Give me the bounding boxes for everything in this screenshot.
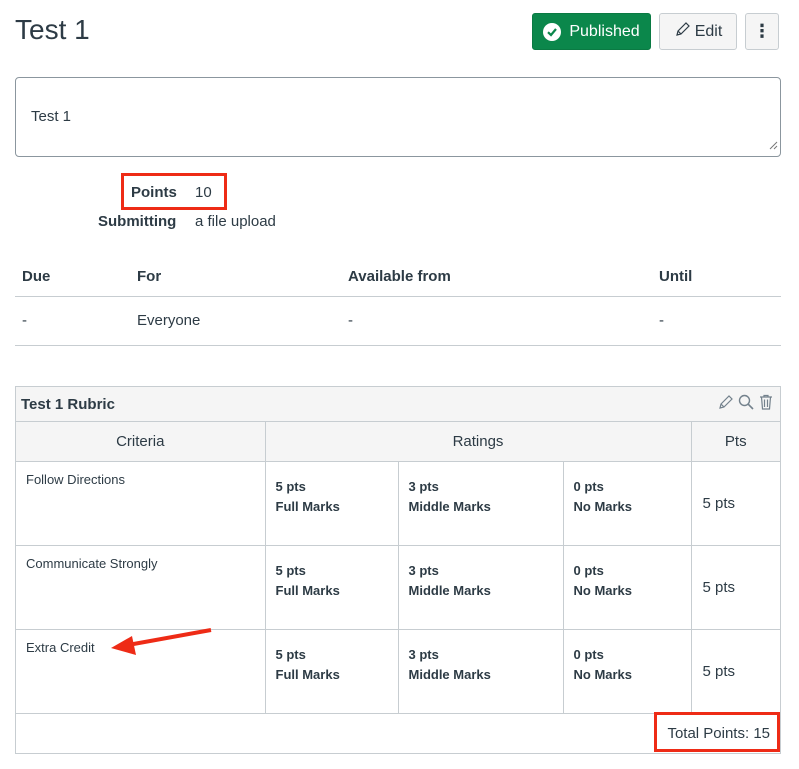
published-button[interactable]: Published xyxy=(532,13,651,50)
kebab-menu-icon: ⋮ xyxy=(753,21,771,41)
rubric-header: Test 1 Rubric xyxy=(16,387,780,422)
rating-cell: 0 pts No Marks xyxy=(573,562,633,598)
rating-cell: 3 pts Middle Marks xyxy=(399,461,564,545)
description-text: Test 1 xyxy=(31,108,72,125)
rubric-title: Test 1 Rubric xyxy=(21,395,115,413)
pts-header: Pts xyxy=(691,422,780,462)
for-value: Everyone xyxy=(130,296,341,346)
edit-button[interactable]: Edit xyxy=(659,13,737,50)
criterion-name: Communicate Strongly xyxy=(26,555,158,571)
criterion-points: 5 pts xyxy=(691,461,780,546)
published-label: Published xyxy=(569,22,640,40)
criterion-name: Extra Credit xyxy=(26,639,95,655)
total-points-highlight-box xyxy=(654,712,780,752)
dates-table: Due For Available from Until - Everyone … xyxy=(15,258,781,346)
rating-cell: 5 pts Full Marks xyxy=(266,461,399,545)
table-row: Follow Directions 5 pts Full Marks 3 pts M… xyxy=(16,461,780,546)
criterion-points: 5 pts xyxy=(691,629,780,714)
pencil-icon xyxy=(674,21,691,43)
due-header: Due xyxy=(15,258,130,297)
search-rubric-icon[interactable] xyxy=(737,393,755,416)
rubric: Test 1 Rubric Criteria Ratings Pts Follo… xyxy=(15,386,781,754)
table-row: Communicate Strongly 5 pts Full Marks 3 p… xyxy=(16,545,780,630)
criterion-points: 5 pts xyxy=(691,545,780,630)
assignment-description[interactable]: Test 1 xyxy=(15,77,781,157)
points-label: Points xyxy=(131,184,177,201)
criteria-header: Criteria xyxy=(16,422,266,462)
available-from-value: - xyxy=(341,296,652,346)
check-circle-icon xyxy=(543,22,562,41)
rating-cell: 5 pts Full Marks xyxy=(266,545,399,629)
rating-cell: 5 pts Full Marks xyxy=(266,629,399,713)
table-row: Extra Credit 5 pts Full Marks 3 pts Middle… xyxy=(16,629,780,714)
rating-cell: 3 pts Middle Marks xyxy=(399,545,564,629)
points-value: 10 xyxy=(195,184,212,201)
delete-rubric-icon[interactable] xyxy=(757,393,775,416)
more-options-button[interactable]: ⋮ xyxy=(745,13,779,50)
table-row: - Everyone - - xyxy=(15,296,781,346)
rating-cell: 0 pts No Marks xyxy=(573,478,633,514)
for-header: For xyxy=(130,258,341,297)
ratings-header: Ratings xyxy=(265,422,692,462)
until-value: - xyxy=(652,296,781,346)
rating-cell: 3 pts Middle Marks xyxy=(399,629,564,713)
rubric-table: Criteria Ratings Pts Follow Directions 5… xyxy=(16,422,780,714)
due-value: - xyxy=(15,296,130,346)
submitting-label: Submitting xyxy=(98,213,177,230)
submitting-value: a file upload xyxy=(195,213,276,230)
resize-grip-icon[interactable] xyxy=(769,137,778,154)
edit-rubric-icon[interactable] xyxy=(717,393,735,416)
criterion-name: Follow Directions xyxy=(26,471,125,487)
edit-label: Edit xyxy=(694,22,723,40)
rating-cell: 0 pts No Marks xyxy=(573,646,633,682)
page-title: Test 1 xyxy=(15,14,90,45)
until-header: Until xyxy=(652,258,781,297)
available-from-header: Available from xyxy=(341,258,652,297)
